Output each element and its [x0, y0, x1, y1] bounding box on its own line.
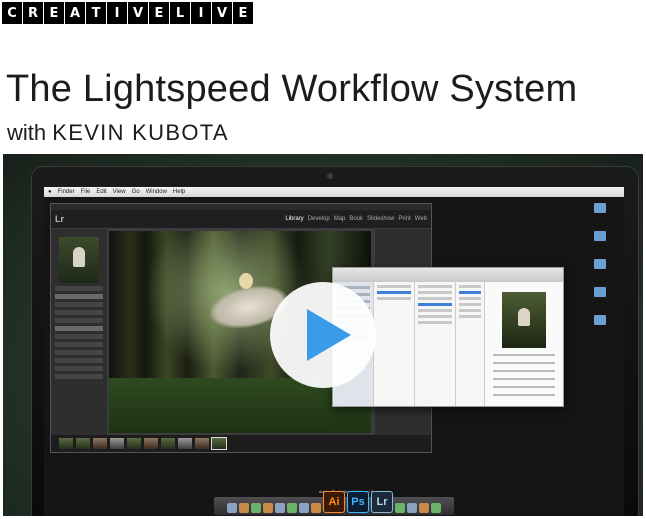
photoshop-icon: Ps [347, 491, 369, 513]
lightroom-icon: Lr [371, 491, 393, 513]
with-label: with [7, 120, 47, 145]
drive-icon [580, 203, 620, 225]
play-button[interactable] [270, 282, 376, 388]
video-player[interactable]: ● Finder File Edit View Go Window Help L… [3, 154, 643, 516]
mac-dock: Ai Ps Lr [214, 491, 454, 515]
logo-letter: E [44, 2, 64, 24]
menu-item: Window [145, 189, 167, 195]
preview-photo [502, 292, 546, 348]
module-map: Map [333, 216, 346, 222]
logo-letter: A [65, 2, 85, 24]
logo-letter: V [128, 2, 148, 24]
navigator-thumbnail [59, 237, 99, 283]
folder-icon [580, 231, 620, 253]
menu-item: Edit [96, 189, 107, 195]
logo-letter: C [2, 2, 22, 24]
logo-letter: T [86, 2, 106, 24]
finder-toolbar [333, 268, 563, 282]
lightroom-logo: Lr [55, 214, 64, 224]
creativelive-logo[interactable]: C R E A T I V E L I V E [2, 2, 253, 24]
illustrator-icon: Ai [323, 491, 345, 513]
mac-menubar: ● Finder File Edit View Go Window Help [44, 187, 624, 197]
course-title: The Lightspeed Workflow System [6, 68, 578, 110]
play-icon [307, 309, 351, 361]
logo-letter: I [107, 2, 127, 24]
apple-icon: ● [48, 189, 52, 195]
folder-icon [580, 259, 620, 281]
lightroom-module-bar: Lr Library Develop Map Book Slideshow Pr… [51, 210, 431, 228]
logo-letter: L [170, 2, 190, 24]
folder-icon [580, 287, 620, 309]
logo-letter: I [191, 2, 211, 24]
module-develop: Develop [307, 216, 330, 222]
course-subtitle: with KEVIN KUBOTA [7, 120, 229, 146]
logo-letter: E [149, 2, 169, 24]
finder-preview [484, 282, 563, 406]
finder-column [414, 282, 455, 406]
finder-column [373, 282, 414, 406]
filmstrip [51, 435, 431, 452]
instructor-name: KEVIN KUBOTA [52, 120, 229, 145]
camera-icon [327, 173, 333, 179]
menu-item: View [112, 189, 126, 195]
logo-letter: V [212, 2, 232, 24]
module-picker: Library Develop Map Book Slideshow Print… [285, 216, 427, 222]
desktop-icons [580, 203, 620, 343]
menu-item: Finder [57, 189, 75, 195]
menu-item: Help [172, 189, 186, 195]
folder-icon [580, 315, 620, 337]
logo-letter: R [23, 2, 43, 24]
module-web: Web [414, 216, 427, 222]
finder-column [455, 282, 484, 406]
module-print: Print [398, 216, 411, 222]
menu-item: File [80, 189, 91, 195]
menu-item: Go [131, 189, 140, 195]
module-slideshow: Slideshow [367, 216, 395, 222]
module-book: Book [349, 216, 364, 222]
module-library: Library [285, 216, 304, 222]
lightroom-left-panel [51, 229, 107, 435]
logo-letter: E [233, 2, 253, 24]
